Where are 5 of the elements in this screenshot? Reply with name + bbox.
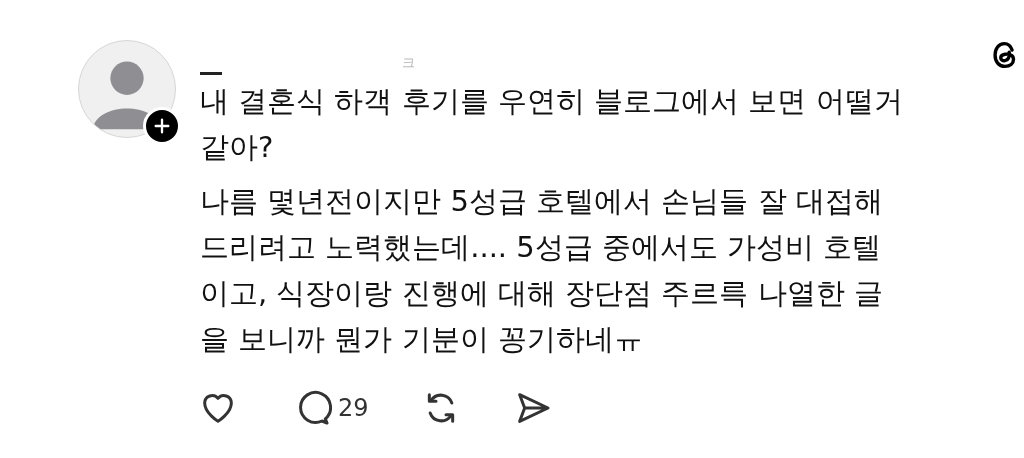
redaction-mark <box>200 71 222 75</box>
reply-button[interactable]: 29 <box>292 388 369 428</box>
reply-count: 29 <box>338 393 369 424</box>
post-paragraph: 나름 몇년전이지만 5성급 호텔에서 손님들 잘 대접해 드리려고 노력했는데.... 5성급 중에서도 가성비 호텔 이고, 식장이랑 진행에 대해 장단점 주르륵 나열한 글을 보니까 뭔가 기분이 꽁기하네ㅠ <box>200 183 884 358</box>
post-paragraph: 내 결혼식 하객 후기를 우연히 블로그에서 보면 어떨거 같아? <box>200 83 904 166</box>
